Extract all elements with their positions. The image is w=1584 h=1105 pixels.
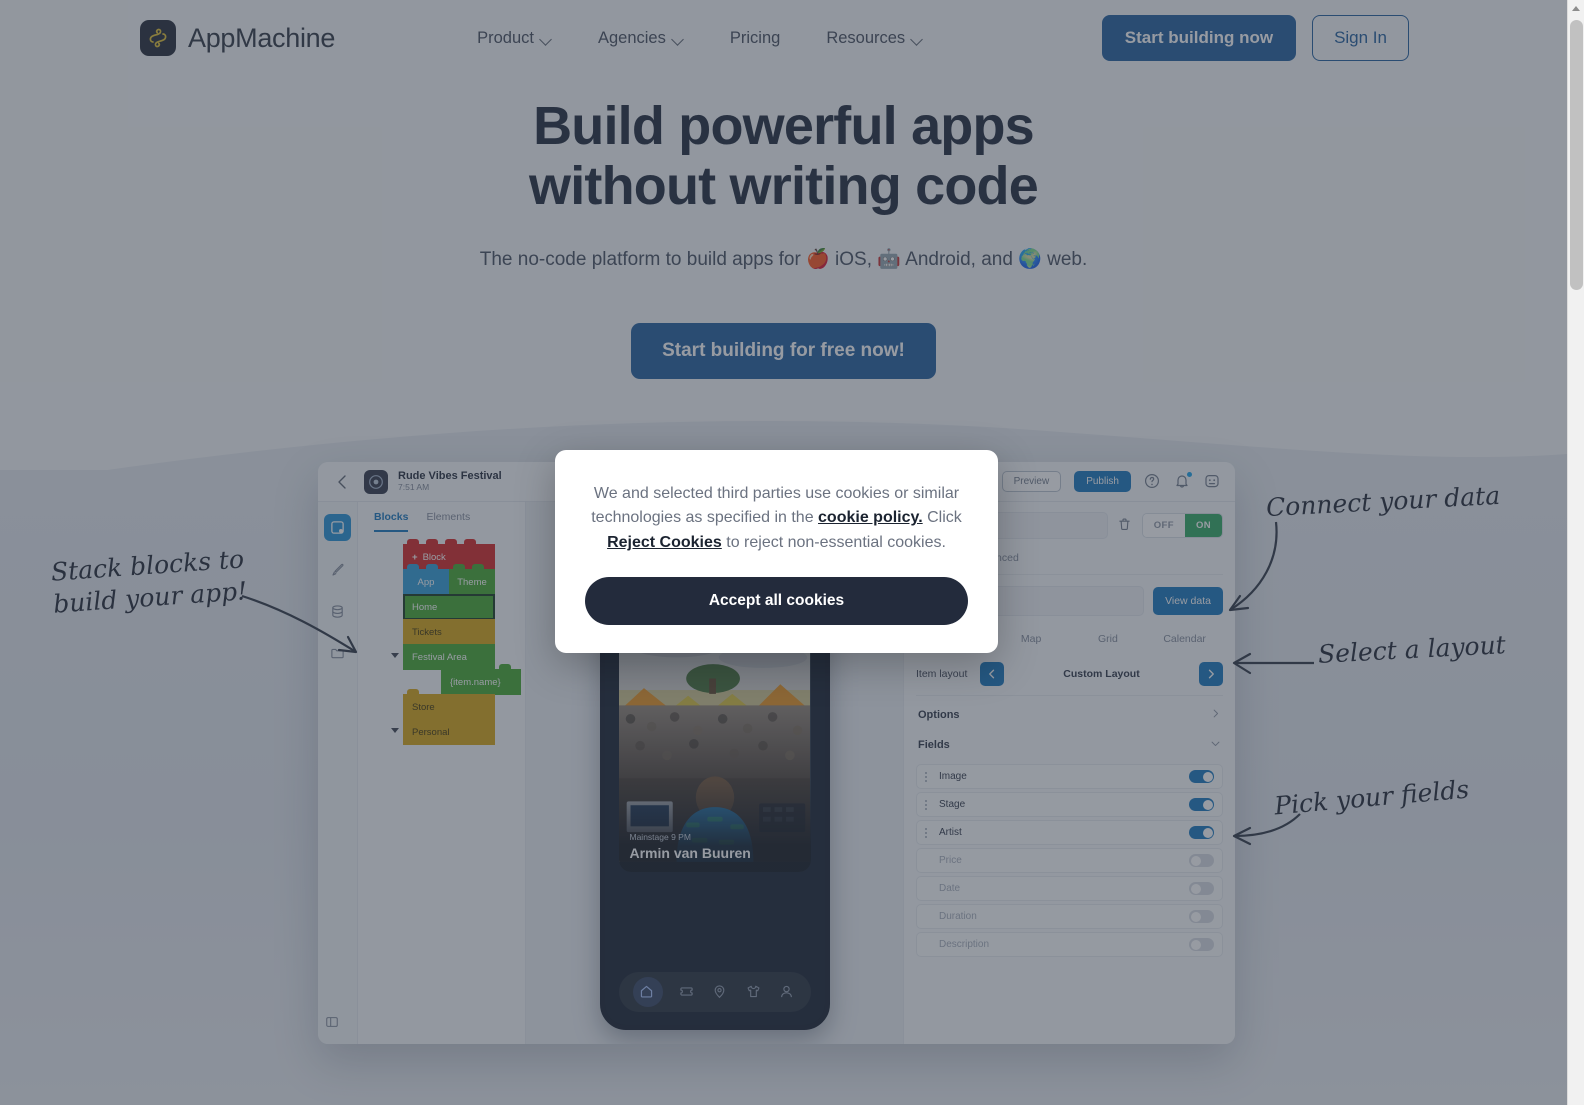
cookie-text-part-2: Click bbox=[922, 509, 962, 527]
scrollbar-thumb[interactable] bbox=[1570, 20, 1583, 290]
page-scrollbar[interactable] bbox=[1567, 0, 1584, 1105]
accept-all-cookies-button[interactable]: Accept all cookies bbox=[585, 576, 968, 625]
reject-cookies-link[interactable]: Reject Cookies bbox=[607, 534, 722, 551]
cookie-consent-dialog: We and selected third parties use cookie… bbox=[555, 450, 998, 653]
scroll-up-arrow-icon[interactable] bbox=[1568, 0, 1584, 17]
cookie-text-part-3: to reject non-essential cookies. bbox=[721, 533, 946, 551]
cookie-consent-text: We and selected third parties use cookie… bbox=[585, 482, 968, 555]
cookie-policy-link[interactable]: cookie policy. bbox=[818, 509, 923, 526]
